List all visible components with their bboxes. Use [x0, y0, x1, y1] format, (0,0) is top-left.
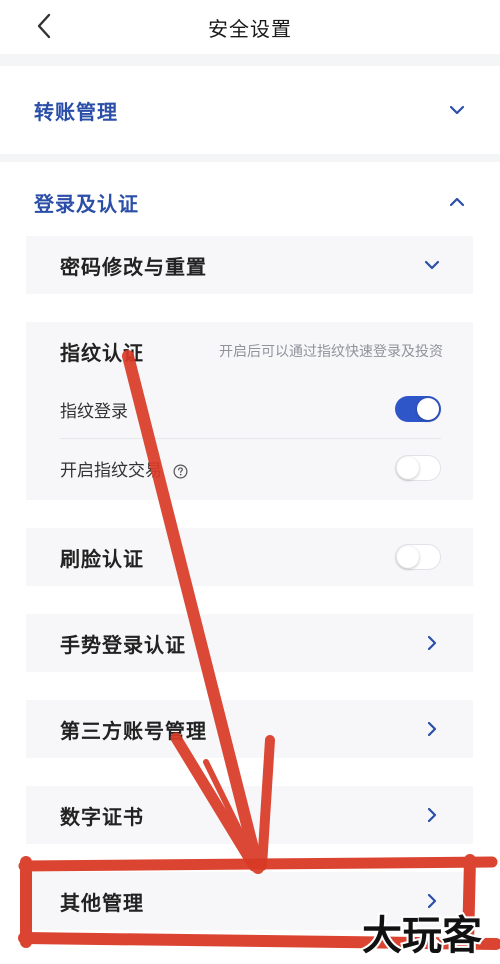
- section-label: 登录及认证: [34, 191, 139, 216]
- chevron-down-icon: [448, 101, 466, 119]
- transfer-management-toggle[interactable]: 转账管理: [0, 66, 500, 154]
- watermark-logo: 大玩客: [360, 911, 484, 960]
- login-auth-toggle[interactable]: 登录及认证: [0, 154, 500, 242]
- fingerprint-trade-toggle[interactable]: [395, 455, 441, 481]
- nav-header: 安全设置: [0, 0, 500, 54]
- fingerprint-login-label: 指纹登录: [60, 401, 128, 422]
- item-label: 第三方账号管理: [60, 718, 207, 743]
- question-circle-icon[interactable]: [173, 464, 188, 479]
- fingerprint-login-toggle[interactable]: [395, 396, 441, 422]
- chevron-right-icon: [423, 634, 441, 652]
- section-transfer-management: 转账管理: [0, 66, 500, 154]
- fingerprint-auth-card: 指纹认证 开启后可以通过指纹快速登录及投资 指纹登录 开启指纹交易: [26, 322, 473, 500]
- item-label: 手势登录认证: [60, 632, 186, 657]
- face-auth-toggle[interactable]: [395, 544, 441, 570]
- item-label: 密码修改与重置: [60, 254, 207, 279]
- page-title: 安全设置: [208, 16, 292, 41]
- back-button[interactable]: [26, 8, 62, 44]
- chevron-down-icon: [423, 256, 441, 274]
- gesture-login-item[interactable]: 手势登录认证: [26, 614, 473, 672]
- chevron-left-icon: [37, 13, 51, 39]
- toggle-knob: [397, 456, 419, 479]
- fingerprint-login-row: 指纹登录: [26, 380, 473, 438]
- toggle-knob: [397, 545, 419, 568]
- digital-certificate-item[interactable]: 数字证书: [26, 786, 473, 844]
- fingerprint-trade-label: 开启指纹交易: [60, 460, 162, 481]
- third-party-account-item[interactable]: 第三方账号管理: [26, 700, 473, 758]
- chevron-right-icon: [423, 720, 441, 738]
- fingerprint-trade-row: 开启指纹交易: [26, 439, 473, 497]
- item-label: 刷脸认证: [60, 546, 144, 571]
- item-label: 数字证书: [60, 804, 144, 829]
- item-label: 指纹认证: [60, 340, 144, 365]
- face-auth-item: 刷脸认证: [26, 528, 473, 586]
- toggle-knob: [417, 398, 439, 420]
- item-label: 其他管理: [60, 890, 144, 915]
- watermark-text: 大玩客: [362, 913, 482, 959]
- chevron-up-icon: [448, 193, 466, 211]
- password-reset-item[interactable]: 密码修改与重置: [26, 236, 473, 294]
- fingerprint-hint: 开启后可以通过指纹快速登录及投资: [219, 344, 443, 360]
- section-label: 转账管理: [34, 99, 118, 124]
- chevron-right-icon: [423, 806, 441, 824]
